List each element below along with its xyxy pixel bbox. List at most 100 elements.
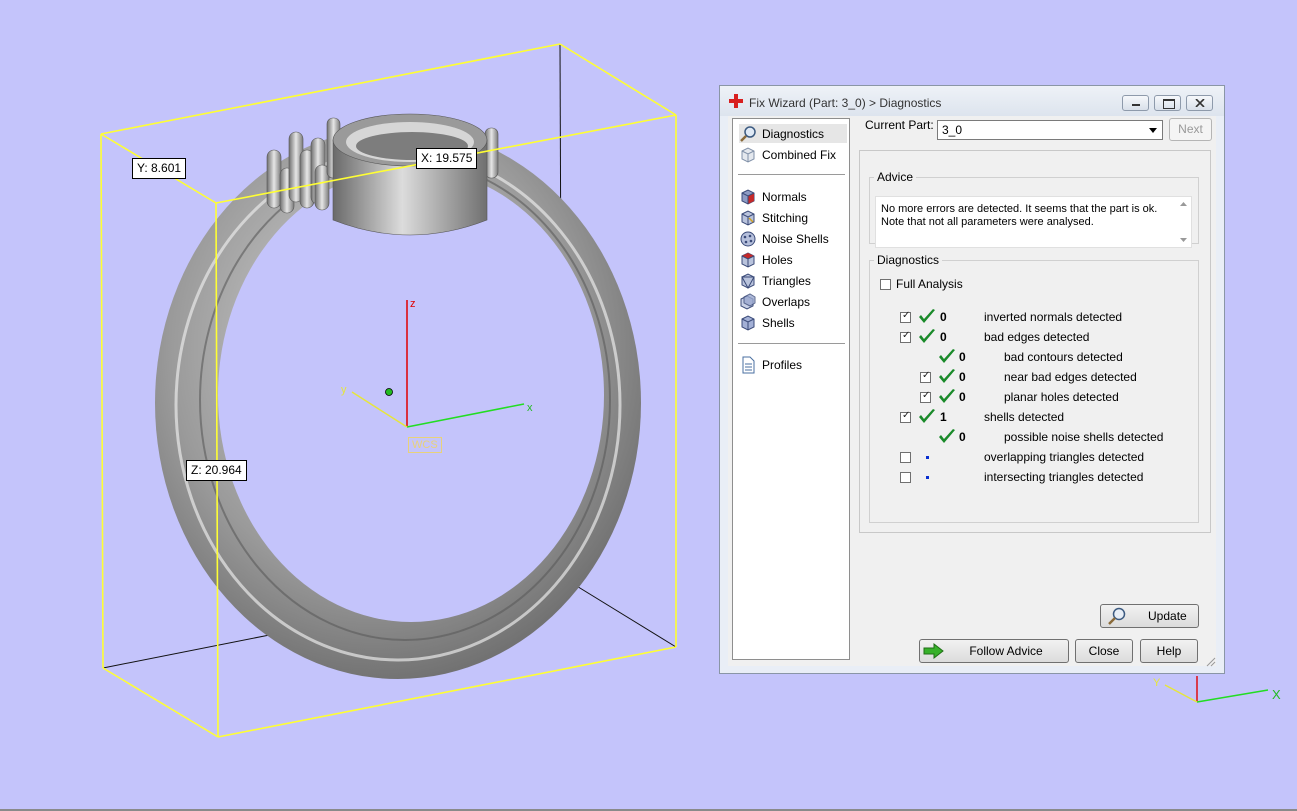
diagnostic-label: inverted normals detected [984, 310, 1123, 324]
checkbox-tick-icon: ✓ [922, 370, 931, 381]
dialog-titlebar[interactable]: Fix Wizard (Part: 3_0) > Diagnostics [720, 86, 1224, 116]
checkbox-tick-icon: ✓ [902, 310, 911, 321]
nav-item-normals[interactable]: Normals [739, 187, 847, 206]
nav-item-noise-shells[interactable]: Noise Shells [739, 229, 847, 248]
nav-divider [738, 343, 845, 344]
diagnostic-checkbox[interactable] [900, 472, 911, 483]
nav-label-holes: Holes [762, 252, 793, 267]
nav-label-noise-shells: Noise Shells [762, 231, 829, 246]
checkbox-tick-icon: ✓ [902, 410, 911, 421]
scroll-arrows-icon [1180, 202, 1187, 242]
update-label: Update [1148, 609, 1187, 623]
holes-icon [741, 251, 755, 268]
pending-status-icon [926, 456, 929, 459]
diagnostics-legend: Diagnostics [877, 253, 940, 267]
nav-label-profiles: Profiles [762, 357, 803, 372]
nav-item-shells[interactable]: Shells [739, 313, 847, 332]
corner-axis-x-label: X [1272, 687, 1281, 702]
full-analysis-checkbox[interactable] [880, 279, 891, 290]
magnifier-icon [1108, 607, 1126, 625]
nav-divider [738, 174, 845, 175]
diagnostic-count: 1 [940, 410, 947, 424]
nav-label-normals: Normals [762, 189, 807, 204]
current-part-select[interactable]: 3_0 [937, 120, 1163, 140]
dialog-body: Diagnostics Combined Fix Normals Stitchi… [728, 116, 1216, 667]
combined-fix-icon [741, 146, 755, 163]
nav-item-stitching[interactable]: Stitching [739, 208, 847, 227]
ring-bezel [332, 113, 488, 236]
nav-item-combined-fix[interactable]: Combined Fix [739, 145, 847, 164]
dimension-z-label: Z: 20.964 [186, 460, 247, 481]
update-button[interactable]: Update [1100, 604, 1199, 628]
green-check-icon [939, 369, 955, 383]
corner-axes [1164, 676, 1269, 703]
close-window-button[interactable] [1186, 95, 1213, 111]
advice-textbox[interactable]: No more errors are detected. It seems th… [875, 196, 1192, 248]
diagnostic-count: 0 [959, 430, 966, 444]
diagnostic-label: near bad edges detected [1004, 370, 1137, 384]
nav-item-triangles[interactable]: Triangles [739, 271, 847, 290]
diagnostic-checkbox[interactable]: ✓ [920, 390, 931, 403]
help-button[interactable]: Help [1140, 639, 1198, 663]
diagnostics-group: Diagnostics Full Analysis ✓ 0 inverted nor… [869, 253, 1199, 628]
minimize-button[interactable] [1122, 95, 1149, 111]
diagnostic-checkbox[interactable] [900, 452, 911, 463]
wizard-nav: Diagnostics Combined Fix Normals Stitchi… [732, 118, 850, 660]
diagnostic-checkbox[interactable]: ✓ [900, 330, 911, 343]
normals-icon [741, 188, 755, 205]
axis-z-label: z [410, 298, 416, 310]
dialog-title: Fix Wizard (Part: 3_0) > Diagnostics [749, 96, 942, 110]
minimize-icon [1132, 104, 1140, 106]
advice-text: No more errors are detected. It seems th… [881, 203, 1158, 228]
fix-wizard-dialog: Fix Wizard (Part: 3_0) > Diagnostics Dia… [719, 85, 1225, 674]
ring-model [155, 113, 641, 679]
noise-shells-icon [740, 231, 756, 246]
green-check-icon [919, 309, 935, 323]
diagnostic-label: bad edges detected [984, 330, 1090, 344]
dimension-y-label: Y: 8.601 [132, 158, 187, 179]
triangles-icon [741, 272, 755, 289]
green-arrow-icon [923, 643, 944, 659]
dimension-x-label: X: 19.575 [416, 148, 478, 169]
nav-label-overlaps: Overlaps [762, 294, 811, 309]
nav-label-diagnostics: Diagnostics [762, 126, 825, 141]
nav-label-triangles: Triangles [762, 273, 811, 288]
diagnostic-label: intersecting triangles detected [984, 470, 1144, 484]
wcs-label: WCS [408, 437, 442, 453]
nav-item-profiles[interactable]: Profiles [739, 355, 847, 374]
green-check-icon [939, 429, 955, 443]
diagnostic-checkbox[interactable]: ✓ [920, 370, 931, 383]
shells-icon [741, 314, 755, 331]
diagnostic-checkbox[interactable]: ✓ [900, 310, 911, 323]
document-icon [742, 356, 755, 373]
resize-grip-icon[interactable] [1206, 657, 1216, 667]
next-button[interactable]: Next [1169, 118, 1212, 141]
diagnostic-checkbox[interactable]: ✓ [900, 410, 911, 423]
advice-scrollbar[interactable] [1176, 197, 1191, 247]
axis-y-label: y [341, 384, 347, 396]
diagnostic-label: possible noise shells detected [1004, 430, 1164, 444]
maximize-button[interactable] [1154, 95, 1181, 111]
current-part-value: 3_0 [942, 123, 963, 137]
nav-item-diagnostics[interactable]: Diagnostics [739, 124, 847, 143]
diagnostic-label: overlapping triangles detected [984, 450, 1145, 464]
nav-label-combined-fix: Combined Fix [762, 147, 837, 162]
follow-advice-button[interactable]: Follow Advice [919, 639, 1069, 663]
diagnostic-count: 0 [959, 390, 966, 404]
green-check-icon [919, 329, 935, 343]
close-button[interactable]: Close [1075, 639, 1133, 663]
diagnostic-count: 0 [940, 330, 947, 344]
diagnostics-panel: Advice No more errors are detected. It s… [859, 150, 1211, 628]
magnifier-icon [740, 125, 756, 142]
pending-status-icon [926, 476, 929, 479]
advice-legend: Advice [877, 170, 914, 184]
maximize-icon [1163, 99, 1175, 109]
close-icon [1195, 99, 1205, 107]
nav-item-overlaps[interactable]: Overlaps [739, 292, 847, 311]
diagnostic-label: shells detected [984, 410, 1065, 424]
nav-item-holes[interactable]: Holes [739, 250, 847, 269]
green-check-icon [939, 389, 955, 403]
green-check-icon [939, 349, 955, 363]
follow-advice-label: Follow Advice [969, 644, 1043, 658]
diagnostic-label: bad contours detected [1004, 350, 1123, 364]
